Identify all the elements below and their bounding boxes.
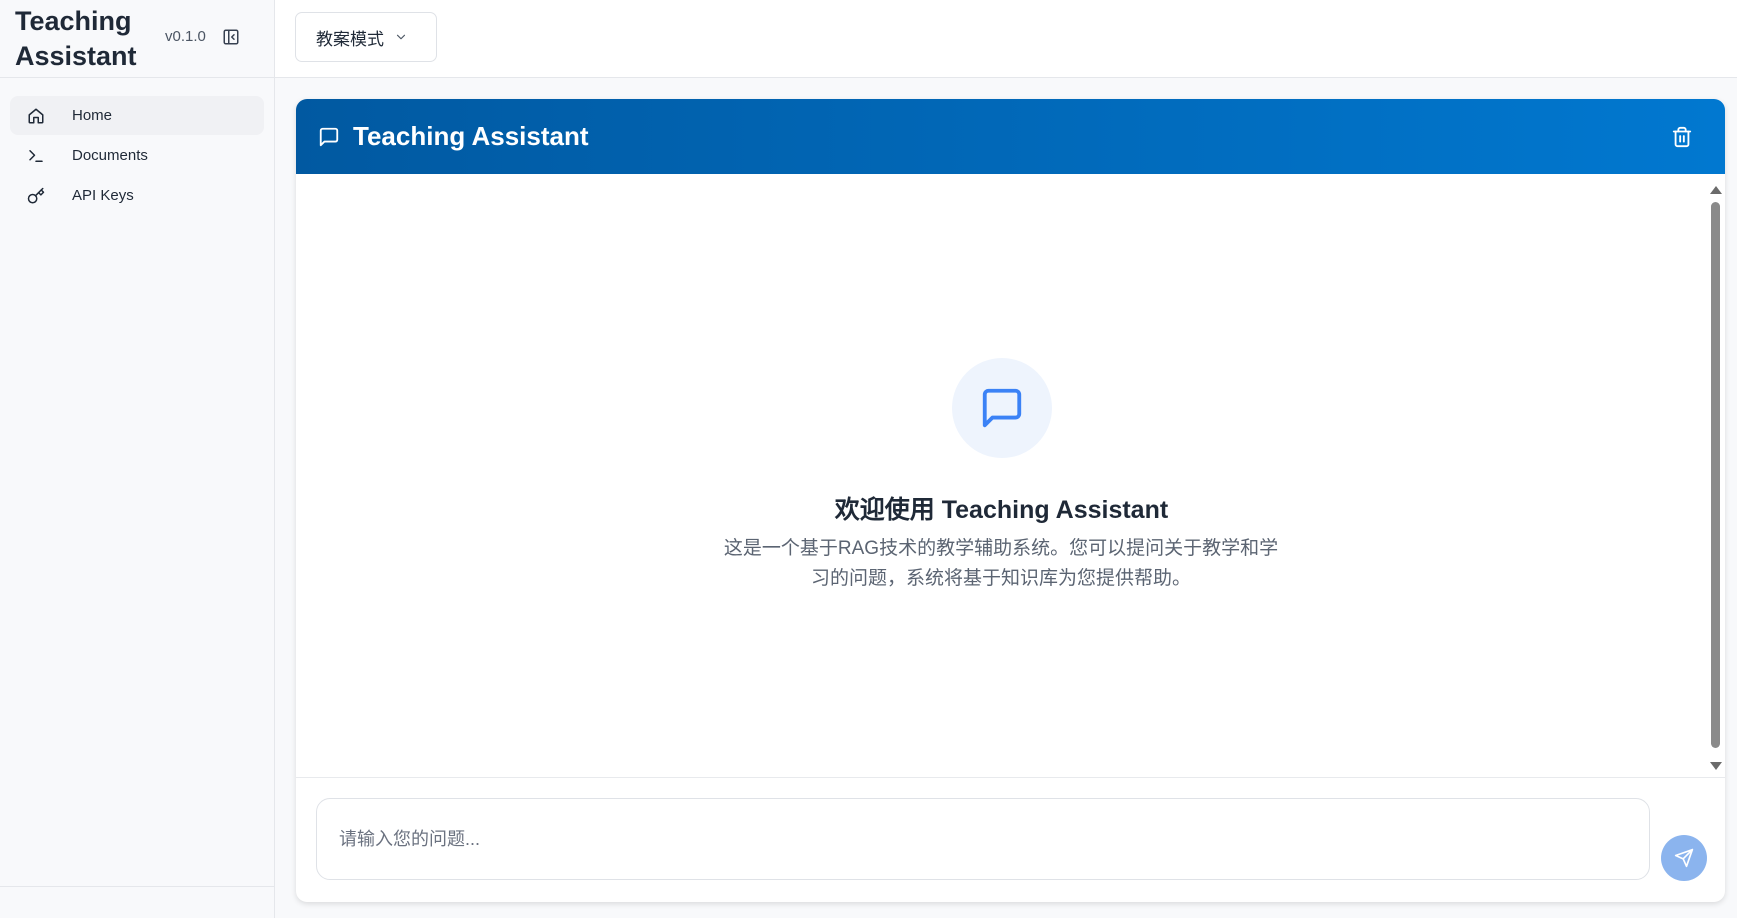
welcome-description: 这是一个基于RAG技术的教学辅助系统。您可以提问关于教学和学习的问题，系统将基于… bbox=[723, 538, 1279, 589]
send-icon bbox=[1674, 848, 1694, 868]
panel-left-close-icon bbox=[223, 29, 239, 45]
home-icon bbox=[25, 105, 47, 127]
sidebar-nav: Home Documents API Keys bbox=[0, 78, 274, 215]
app-title: Teaching Assistant bbox=[15, 6, 137, 71]
sidebar-collapse-button[interactable] bbox=[220, 26, 242, 48]
scroll-up-arrow-icon[interactable] bbox=[1710, 186, 1722, 194]
trash-icon bbox=[1672, 126, 1692, 148]
topbar: 教案模式 bbox=[275, 0, 1737, 78]
sidebar-item-home[interactable]: Home bbox=[10, 96, 264, 135]
sidebar: Teaching Assistant v0.1.0 Home Documents… bbox=[0, 0, 275, 918]
sidebar-item-label: Documents bbox=[72, 147, 148, 164]
message-list: 欢迎使用 Teaching Assistant 这是一个基于RAG技术的教学辅助… bbox=[296, 174, 1725, 778]
scrollbar-thumb[interactable] bbox=[1711, 202, 1720, 748]
chat-input[interactable] bbox=[316, 798, 1650, 880]
sidebar-footer-divider bbox=[0, 886, 274, 887]
sidebar-item-api-keys[interactable]: API Keys bbox=[10, 176, 264, 215]
welcome-title: 欢迎使用 Teaching Assistant bbox=[834, 496, 1169, 524]
terminal-icon bbox=[25, 145, 47, 167]
send-button[interactable] bbox=[1661, 835, 1707, 881]
chat-input-area bbox=[296, 778, 1725, 902]
sidebar-item-label: Home bbox=[72, 107, 113, 124]
sidebar-header: Teaching Assistant v0.1.0 bbox=[0, 0, 274, 78]
scroll-down-arrow-icon[interactable] bbox=[1710, 762, 1722, 770]
clear-chat-button[interactable] bbox=[1669, 124, 1695, 150]
welcome-chat-icon bbox=[952, 358, 1052, 458]
mode-select-value: 教案模式 bbox=[316, 29, 384, 49]
key-icon bbox=[25, 185, 47, 207]
chat-header: Teaching Assistant bbox=[296, 99, 1725, 174]
sidebar-item-label: API Keys bbox=[72, 187, 134, 204]
chat-panel: Teaching Assistant 欢迎使用 Teaching Assista… bbox=[296, 99, 1725, 902]
chat-title: Teaching Assistant bbox=[353, 121, 589, 151]
message-scrollbar[interactable] bbox=[1707, 180, 1725, 772]
version-label: v0.1.0 bbox=[165, 28, 206, 45]
sidebar-item-documents[interactable]: Documents bbox=[10, 136, 264, 175]
mode-select[interactable]: 教案模式 bbox=[295, 12, 437, 62]
message-square-icon bbox=[317, 125, 341, 149]
chevron-down-icon bbox=[394, 30, 408, 44]
